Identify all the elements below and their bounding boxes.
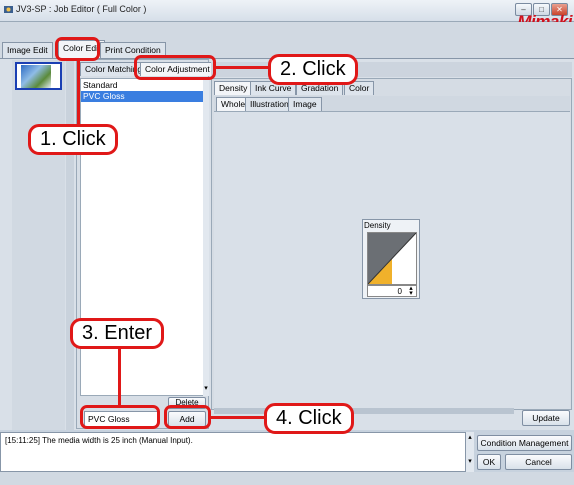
spin-arrows-icon[interactable]: ▴ ▾ [406, 285, 416, 297]
condition-management-button[interactable]: Condition Management [477, 435, 572, 451]
log-scrollbar[interactable]: ▴ ▾ [466, 432, 474, 472]
tab-image[interactable]: Image [288, 97, 322, 111]
thumbnail-column [12, 60, 65, 430]
list-item-pvc-gloss[interactable]: PVC Gloss [81, 91, 203, 102]
scroll-down-icon[interactable]: ▾ [203, 385, 209, 393]
thumbnail-image [21, 65, 51, 88]
tab-image-edit[interactable]: Image Edit [2, 42, 53, 58]
tab-illustration[interactable]: Illustration [245, 97, 294, 111]
connector-3 [118, 348, 121, 406]
density-label: Density [364, 221, 391, 230]
cancel-button[interactable]: Cancel [505, 454, 572, 470]
list-item-standard[interactable]: Standard [81, 80, 203, 91]
callout-step-1: 1. Click [28, 124, 118, 155]
log-area: [15:11:25] The media width is 25 inch (M… [0, 432, 466, 472]
connector-4 [210, 416, 267, 419]
connector-1 [77, 60, 80, 125]
callout-step-3: 3. Enter [70, 318, 165, 349]
callout-step-4: 4. Click [264, 403, 354, 434]
list-scrollbar[interactable] [203, 78, 209, 396]
window-title: JV3-SP : Job Editor ( Full Color ) [16, 4, 147, 14]
tab-density[interactable]: Density [214, 81, 253, 95]
log-message: [15:11:25] The media width is 25 inch (M… [5, 436, 193, 445]
connector-2 [215, 66, 271, 69]
app-icon [3, 4, 14, 15]
callout-step-2: 2. Click [268, 54, 358, 85]
divider [66, 60, 74, 430]
highlight-name-input [80, 405, 160, 429]
horizontal-scrollbar[interactable] [214, 408, 514, 414]
upper-tab-row [211, 62, 572, 77]
highlight-color-adjustment-tab [134, 55, 216, 80]
update-button[interactable]: Update [522, 410, 570, 426]
highlight-color-edit-tab [55, 37, 100, 61]
status-bar [0, 472, 574, 485]
density-curve[interactable] [367, 232, 417, 285]
ok-button[interactable]: OK [477, 454, 501, 470]
highlight-add-button [164, 405, 211, 429]
